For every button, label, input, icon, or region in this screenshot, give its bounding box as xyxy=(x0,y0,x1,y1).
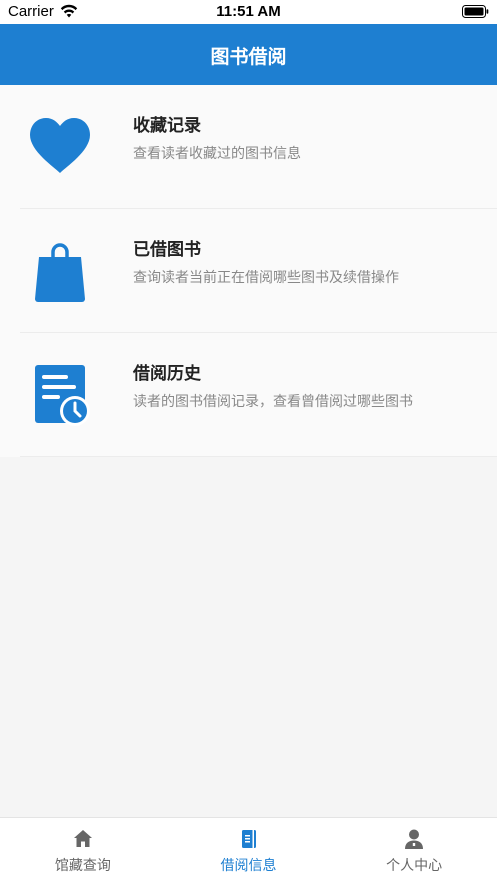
item-description: 查看读者收藏过的图书信息 xyxy=(133,146,301,162)
item-title: 已借图书 xyxy=(133,240,201,260)
home-icon xyxy=(73,830,92,847)
tab-personal-center[interactable]: 个人中心 xyxy=(331,818,497,883)
tab-label: 馆藏查询 xyxy=(54,858,111,874)
page-title: 图书借阅 xyxy=(210,46,287,68)
person-icon xyxy=(405,829,424,849)
tab-bar: 馆藏查询 借阅信息 个人中心 xyxy=(0,817,497,883)
item-title: 借阅历史 xyxy=(133,364,201,384)
menu-list: 收藏记录 查看读者收藏过的图书信息 已借图书 查询读者当前正在借阅哪些图书及续借… xyxy=(0,85,497,457)
status-bar: Carrier 11:51 AM xyxy=(0,0,497,24)
tab-label: 借阅信息 xyxy=(220,858,277,874)
divider xyxy=(20,456,497,457)
nav-bar: 图书借阅 xyxy=(0,24,497,85)
heart-icon xyxy=(30,118,90,173)
clock: 11:51 AM xyxy=(216,3,281,20)
tab-collection-search[interactable]: 馆藏查询 xyxy=(0,818,166,883)
list-item-favorites[interactable]: 收藏记录 查看读者收藏过的图书信息 xyxy=(0,85,497,209)
book-icon xyxy=(241,830,256,848)
tab-borrow-info[interactable]: 借阅信息 xyxy=(166,818,332,883)
item-description: 查询读者当前正在借阅哪些图书及续借操作 xyxy=(133,270,399,286)
screen: Carrier 11:51 AM 图书借阅 收藏记录 查看读者收藏过的图书信息 xyxy=(0,0,497,883)
battery-icon xyxy=(462,5,489,18)
item-title: 收藏记录 xyxy=(133,116,201,136)
tab-label: 个人中心 xyxy=(386,858,443,874)
list-item-history[interactable]: 借阅历史 读者的图书借阅记录，查看曾借阅过哪些图书 xyxy=(0,333,497,457)
shopping-bag-icon xyxy=(35,243,85,302)
history-document-icon xyxy=(35,365,90,426)
list-item-borrowed[interactable]: 已借图书 查询读者当前正在借阅哪些图书及续借操作 xyxy=(0,209,497,333)
item-description: 读者的图书借阅记录，查看曾借阅过哪些图书 xyxy=(133,394,413,410)
